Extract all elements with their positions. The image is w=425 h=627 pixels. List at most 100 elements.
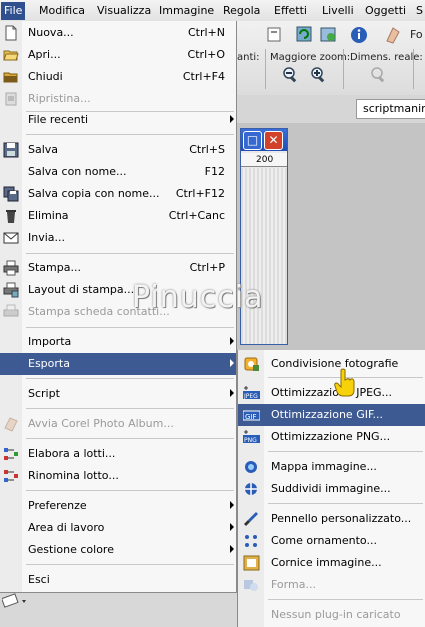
menu-item-label: Esci <box>28 573 50 586</box>
menu-item-file-recenti[interactable]: File recenti <box>0 109 236 131</box>
menu-item-label: Esporta <box>28 357 70 370</box>
menu-item-rinomina-lotto[interactable]: Rinomina lotto... <box>0 465 236 487</box>
ruler: 200 <box>241 153 287 167</box>
menu-item-importa[interactable]: Importa <box>0 331 236 353</box>
menu-item-shortcut: Ctrl+S <box>189 143 225 156</box>
menu-item-script[interactable]: Script <box>0 383 236 405</box>
submenu-item-forma[interactable]: Forma... <box>238 574 425 596</box>
menu-separator <box>26 490 234 491</box>
menu-item-label: Ripristina... <box>28 92 91 105</box>
menu-item-shortcut: Ctrl+N <box>187 26 225 39</box>
submenu-item-label: Come ornamento... <box>271 534 377 547</box>
menu-item-ripristina[interactable]: Ripristina... <box>0 88 236 110</box>
eraser-tool-icon[interactable] <box>2 593 28 609</box>
submenu-arrow-icon <box>230 337 234 345</box>
submenu-item-label: Mappa immagine... <box>271 460 377 473</box>
close-icon[interactable]: ✕ <box>264 131 283 150</box>
toolbar-browse-icon[interactable] <box>319 25 339 45</box>
export-submenu: Condivisione fotografie JPEG Ottimizzazi… <box>237 350 425 627</box>
menu-file[interactable]: File <box>1 2 26 20</box>
menu-item-elabora-lotti[interactable]: Elabora a lotti... <box>0 443 236 465</box>
menu-item-layout-stampa[interactable]: Layout di stampa... <box>0 279 236 301</box>
menu-separator <box>268 451 423 452</box>
image-canvas[interactable] <box>241 168 287 344</box>
submenu-item-label: Suddividi immagine... <box>271 482 391 495</box>
toolbar-separator <box>265 49 266 89</box>
toolbar: Fo anti: Maggiore zoom: Dimens. reale: <box>237 21 425 96</box>
menu-item-stampa[interactable]: Stampa... Ctrl+P <box>0 257 236 279</box>
menu-item-label: Elabora a lotti... <box>28 447 116 460</box>
real-size-icon[interactable] <box>369 65 389 85</box>
menu-item-elimina[interactable]: Elimina Ctrl+Canc <box>0 205 236 227</box>
menu-item-esci[interactable]: Esci <box>0 569 236 591</box>
menu-regola[interactable]: Regola <box>223 3 260 19</box>
menu-item-gestione-colore[interactable]: Gestione colore <box>0 539 236 561</box>
menu-item-label: File recenti <box>28 113 89 126</box>
menu-item-shortcut: Ctrl+O <box>187 48 225 61</box>
submenu-item-label: Ottimizzazione PNG... <box>271 430 391 443</box>
menu-item-shortcut: Ctrl+F4 <box>182 70 225 83</box>
menu-s[interactable]: S <box>416 3 423 19</box>
menu-item-apri[interactable]: Apri... Ctrl+O <box>0 44 236 66</box>
menu-item-esporta[interactable]: Esporta <box>0 353 236 375</box>
menu-effetti[interactable]: Effetti <box>274 3 307 19</box>
menu-item-photo-album[interactable]: Avvia Corel Photo Album... <box>0 413 236 435</box>
menu-item-stampa-scheda[interactable]: Stampa scheda contatti... <box>0 301 236 323</box>
menu-item-label: Avvia Corel Photo Album... <box>28 417 174 430</box>
submenu-item-png[interactable]: PNG Ottimizzazione PNG... <box>238 426 425 448</box>
ruler-mark: 200 <box>256 155 274 165</box>
image-window[interactable]: □ ✕ 200 <box>240 128 288 345</box>
submenu-item-pennello[interactable]: Pennello personalizzato... <box>238 508 425 530</box>
menu-separator <box>26 408 234 409</box>
image-window-titlebar[interactable]: □ ✕ <box>241 129 287 151</box>
submenu-item-mappa[interactable]: Mappa immagine... <box>238 456 425 478</box>
image-map-icon <box>245 461 257 473</box>
picture-tube-icon <box>245 535 257 547</box>
send-icon <box>3 232 19 244</box>
submenu-arrow-icon <box>230 389 234 397</box>
menu-livelli[interactable]: Livelli <box>322 3 354 19</box>
menu-visualizza[interactable]: Visualizza <box>97 3 151 19</box>
submenu-arrow-icon <box>230 523 234 531</box>
submenu-item-jpeg[interactable]: JPEG Ottimizzazione JPEG... <box>238 382 425 404</box>
menu-item-label: Importa <box>28 335 72 348</box>
toolbar-tool-icon[interactable] <box>265 25 285 45</box>
submenu-item-suddividi[interactable]: Suddividi immagine... <box>238 478 425 500</box>
menu-oggetti[interactable]: Oggetti <box>365 3 406 19</box>
zoom-in-icon[interactable] <box>309 65 329 85</box>
menu-item-nuova[interactable]: Nuova... Ctrl+N <box>0 22 236 44</box>
submenu-item-gif[interactable]: GIF Ottimizzazione GIF... <box>238 404 425 426</box>
zoom-out-icon[interactable] <box>281 65 301 85</box>
png-optimizer-icon: PNG <box>243 430 260 444</box>
photo-album-icon <box>4 417 18 432</box>
submenu-item-label: Forma... <box>271 578 316 591</box>
menu-item-chiudi[interactable]: Chiudi Ctrl+F4 <box>0 66 236 88</box>
close-folder-icon <box>3 72 18 83</box>
submenu-item-cornice[interactable]: Cornice immagine... <box>238 552 425 574</box>
menu-item-salva-copia[interactable]: Salva copia con nome... Ctrl+F12 <box>0 183 236 205</box>
menu-item-label: Rinomina lotto... <box>28 469 119 482</box>
tab-scriptmanina[interactable]: scriptmanina <box>356 99 425 119</box>
menu-item-salva-con-nome[interactable]: Salva con nome... F12 <box>0 161 236 183</box>
photo-share-icon <box>244 357 259 371</box>
menu-separator <box>26 134 234 135</box>
menu-item-area-lavoro[interactable]: Area di lavoro <box>0 517 236 539</box>
maximize-icon[interactable]: □ <box>243 131 262 150</box>
menu-item-invia[interactable]: Invia... <box>0 227 236 249</box>
submenu-item-ornamento[interactable]: Come ornamento... <box>238 530 425 552</box>
shape-icon <box>244 580 258 591</box>
printer-icon <box>3 260 19 276</box>
menu-modifica[interactable]: Modifica <box>39 3 85 19</box>
menu-separator <box>268 599 423 600</box>
zoom-label: Maggiore zoom: <box>270 52 351 63</box>
menu-item-preferenze[interactable]: Preferenze <box>0 495 236 517</box>
toolbar-script-icon[interactable] <box>383 25 403 45</box>
info-icon[interactable] <box>349 25 369 45</box>
menu-item-salva[interactable]: Salva Ctrl+S <box>0 139 236 161</box>
gif-optimizer-icon: GIF <box>243 410 260 421</box>
menu-immagine[interactable]: Immagine <box>159 3 214 19</box>
submenu-item-label: Ottimizzazione JPEG... <box>271 386 393 399</box>
toolbar-refresh-icon[interactable] <box>295 25 315 45</box>
submenu-item-condivisione[interactable]: Condivisione fotografie <box>238 353 425 375</box>
menu-item-label: Invia... <box>28 231 66 244</box>
